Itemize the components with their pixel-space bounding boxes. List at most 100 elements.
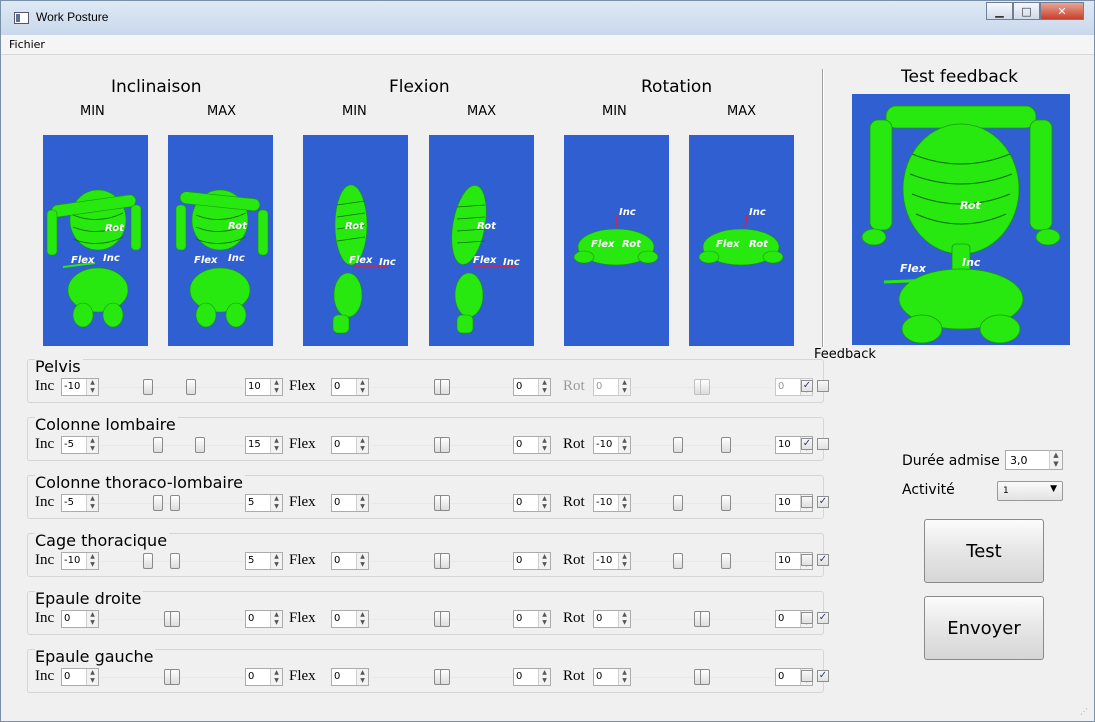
feedback-checkbox[interactable]: ✓ [817,496,829,508]
inc-max-spinbox[interactable]: 15 ▲ ▼ [245,436,283,454]
spin-arrows-icon[interactable]: ▲▼ [618,495,630,511]
inc-max-slider-handle[interactable] [170,495,181,511]
menu-fichier[interactable]: Fichier [9,38,45,51]
spin-arrows-icon[interactable]: ▲▼ [618,669,630,685]
flex-max-slider-handle[interactable] [440,379,450,395]
flex-max-spinbox[interactable]: 0 ▲ ▼ [513,668,551,686]
inc-min-spinbox[interactable]: -5 ▲ ▼ [61,436,99,454]
minimize-button[interactable]: ▁ [986,2,1013,20]
maximize-button[interactable]: □ [1013,2,1040,20]
inc-max-slider-handle[interactable] [170,553,181,569]
spin-arrows-icon[interactable]: ▲▼ [538,669,550,685]
inc-min-spinbox[interactable]: -10 ▲ ▼ [61,378,99,396]
inc-max-slider-handle[interactable] [170,611,180,627]
feedback-checkbox[interactable]: ✓ [817,612,829,624]
feedback-checkbox[interactable] [801,496,813,508]
inc-max-slider-handle[interactable] [195,437,206,453]
rot-min-slider-handle[interactable] [673,495,683,511]
spin-arrows-icon[interactable]: ▲▼ [86,495,98,511]
flex-max-spinbox[interactable]: 0 ▲ ▼ [513,378,551,396]
spin-arrows-icon[interactable]: ▲▼ [356,611,368,627]
inc-min-spinbox[interactable]: 0 ▲ ▼ [61,668,99,686]
spin-arrows-icon[interactable]: ▲▼ [86,553,98,569]
feedback-checkbox[interactable]: ✓ [817,670,829,682]
spin-arrows-icon[interactable]: ▲▼ [356,495,368,511]
feedback-checkbox[interactable]: ✓ [817,554,829,566]
inc-min-slider-handle[interactable] [143,553,154,569]
flex-max-spinbox[interactable]: 0 ▲ ▼ [513,494,551,512]
flex-max-slider-handle[interactable] [440,669,450,685]
spin-arrows-icon[interactable]: ▲▼ [270,437,282,453]
rot-min-spinbox[interactable]: -10 ▲ ▼ [593,494,631,512]
close-button[interactable]: ✕ [1040,2,1084,20]
feedback-checkbox[interactable] [801,670,813,682]
rot-range-slider[interactable] [633,561,771,562]
inc-max-slider-handle[interactable] [170,669,180,685]
duree-spinbox[interactable]: 3,0 ▲ ▼ [1005,450,1063,470]
spin-arrows-icon[interactable]: ▲▼ [618,437,630,453]
rot-min-slider-handle[interactable] [673,553,683,569]
flex-max-spinbox[interactable]: 0 ▲ ▼ [513,610,551,628]
flex-min-spinbox[interactable]: 0 ▲ ▼ [331,668,369,686]
spin-arrows-icon[interactable]: ▲▼ [356,553,368,569]
rot-max-slider-handle[interactable] [721,437,731,453]
rot-max-slider-handle[interactable] [721,553,731,569]
flex-max-spinbox[interactable]: 0 ▲ ▼ [513,436,551,454]
inc-range-slider[interactable] [101,387,243,388]
spin-arrows-icon[interactable]: ▲▼ [356,379,368,395]
flex-min-spinbox[interactable]: 0 ▲ ▼ [331,494,369,512]
spin-arrows-icon[interactable]: ▲▼ [538,437,550,453]
send-button[interactable]: Envoyer [924,596,1044,660]
rot-max-slider-handle[interactable] [721,495,731,511]
inc-max-spinbox[interactable]: 5 ▲ ▼ [245,494,283,512]
rot-range-slider[interactable] [633,503,771,504]
inc-min-spinbox[interactable]: -5 ▲ ▼ [61,494,99,512]
flex-min-spinbox[interactable]: 0 ▲ ▼ [331,552,369,570]
spin-arrows-icon[interactable]: ▲▼ [538,495,550,511]
flex-max-spinbox[interactable]: 0 ▲ ▼ [513,552,551,570]
rot-range-slider[interactable] [633,445,771,446]
feedback-checkbox[interactable] [801,554,813,566]
inc-range-slider[interactable] [101,445,243,446]
spin-arrows-icon[interactable]: ▲▼ [618,611,630,627]
inc-max-slider-handle[interactable] [185,379,196,395]
feedback-checkbox[interactable] [817,438,829,450]
rot-max-slider-handle[interactable] [700,669,710,685]
feedback-checkbox[interactable] [801,612,813,624]
spin-arrows-icon[interactable]: ▲▼ [86,437,98,453]
rot-min-spinbox[interactable]: 0 ▲ ▼ [593,610,631,628]
feedback-checkbox[interactable]: ✓ [801,438,813,450]
test-button[interactable]: Test [924,519,1044,583]
spin-arrows-icon[interactable]: ▲▼ [1049,451,1062,469]
feedback-checkbox[interactable]: ✓ [801,380,813,392]
inc-min-spinbox[interactable]: -10 ▲ ▼ [61,552,99,570]
rot-max-slider-handle[interactable] [700,611,710,627]
inc-max-spinbox[interactable]: 0 ▲ ▼ [245,610,283,628]
inc-min-spinbox[interactable]: 0 ▲ ▼ [61,610,99,628]
resize-grip-icon[interactable]: ⋰ [1080,707,1090,717]
spin-arrows-icon[interactable]: ▲▼ [538,553,550,569]
flex-max-slider-handle[interactable] [440,495,450,511]
spin-arrows-icon[interactable]: ▲▼ [270,669,282,685]
spin-arrows-icon[interactable]: ▲▼ [86,611,98,627]
spin-arrows-icon[interactable]: ▲▼ [356,437,368,453]
spin-arrows-icon[interactable]: ▲▼ [538,611,550,627]
inc-max-spinbox[interactable]: 10 ▲ ▼ [245,378,283,396]
spin-arrows-icon[interactable]: ▲▼ [270,379,282,395]
spin-arrows-icon[interactable]: ▲▼ [86,669,98,685]
spin-arrows-icon[interactable]: ▲▼ [86,379,98,395]
inc-max-spinbox[interactable]: 5 ▲ ▼ [245,552,283,570]
flex-min-spinbox[interactable]: 0 ▲ ▼ [331,610,369,628]
flex-max-slider-handle[interactable] [440,437,450,453]
rot-min-spinbox[interactable]: -10 ▲ ▼ [593,436,631,454]
flex-max-slider-handle[interactable] [440,611,450,627]
flex-max-slider-handle[interactable] [440,553,450,569]
rot-min-spinbox[interactable]: 0 ▲ ▼ [593,668,631,686]
spin-arrows-icon[interactable]: ▲▼ [538,379,550,395]
rot-min-slider-handle[interactable] [673,437,683,453]
inc-min-slider-handle[interactable] [152,495,163,511]
flex-min-spinbox[interactable]: 0 ▲ ▼ [331,378,369,396]
flex-min-spinbox[interactable]: 0 ▲ ▼ [331,436,369,454]
rot-min-spinbox[interactable]: -10 ▲ ▼ [593,552,631,570]
spin-arrows-icon[interactable]: ▲▼ [356,669,368,685]
